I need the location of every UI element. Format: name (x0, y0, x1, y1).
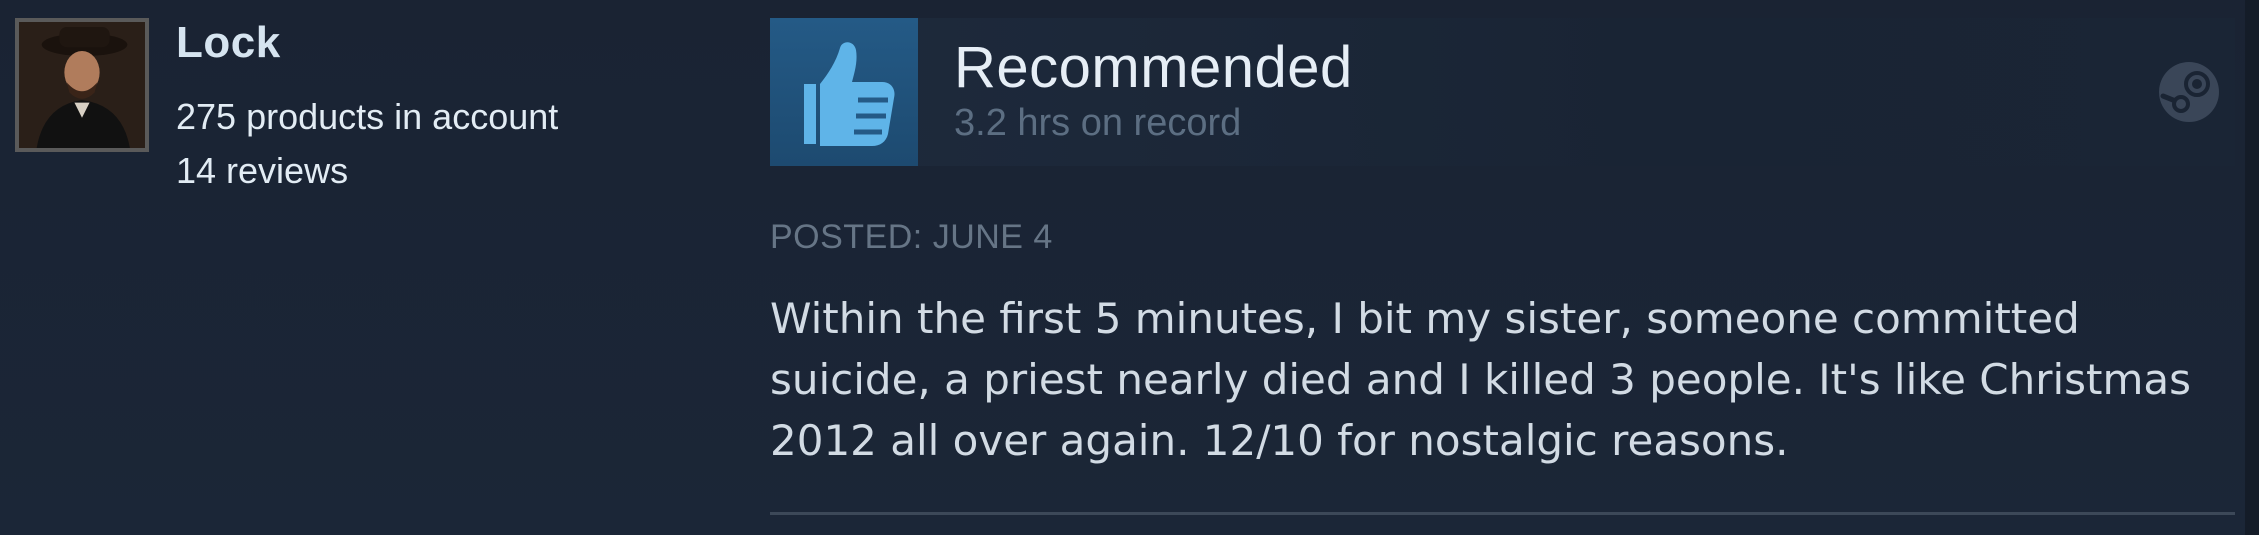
avatar[interactable] (15, 18, 149, 152)
author-name[interactable]: Lock (176, 18, 281, 68)
author-reviews-count[interactable]: 14 reviews (176, 150, 348, 192)
review-header: Recommended 3.2 hrs on record (770, 18, 2235, 166)
review-card: Lock 275 products in account 14 reviews … (0, 0, 2259, 535)
posted-date: POSTED: JUNE 4 (770, 218, 1053, 256)
divider (770, 512, 2235, 515)
avatar-portrait-icon (19, 22, 145, 148)
review-body: Within the first 5 minutes, I bit my sis… (770, 294, 2192, 465)
review-verdict[interactable]: Recommended (954, 34, 1353, 101)
author-products-count[interactable]: 275 products in account (176, 96, 558, 138)
avatar-image (19, 22, 145, 148)
hours-on-record: 3.2 hrs on record (954, 102, 1242, 144)
scrollbar-track[interactable] (2245, 0, 2259, 535)
steam-icon (2157, 60, 2221, 124)
thumbs-up-icon (770, 18, 918, 166)
